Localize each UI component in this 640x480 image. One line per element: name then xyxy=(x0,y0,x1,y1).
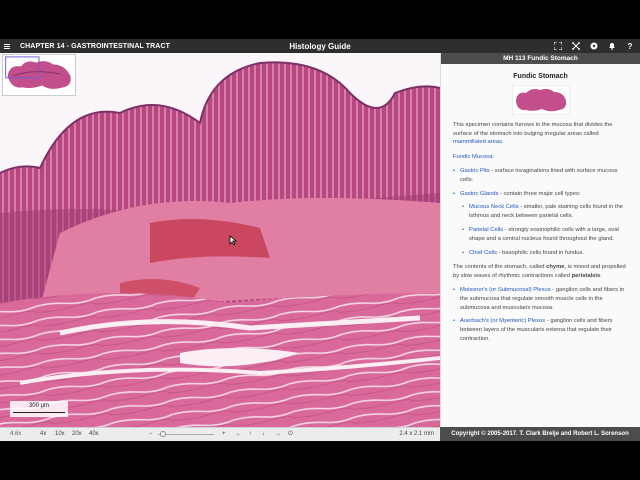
zoom-slider[interactable] xyxy=(158,434,214,435)
mucous-neck-cells-link[interactable]: Mucous Neck Cells xyxy=(469,204,519,210)
scale-bar-label: 300 µm xyxy=(28,403,50,409)
bottom-toolbar: 4.6x 4x 10x 20x 40x − + ← ↑ ↓ → ⏻ 2.4 x … xyxy=(0,427,440,441)
panel-header: MH 113 Fundic Stomach xyxy=(441,53,640,64)
pan-down-button[interactable]: ↓ xyxy=(262,431,265,437)
help-icon[interactable]: ? xyxy=(625,42,634,51)
zoom-40x-button[interactable]: 40x xyxy=(89,431,99,437)
list-item: Gastric Glands - contain three major cel… xyxy=(453,190,628,199)
intro-paragraph: This specimen contains furrows in the mu… xyxy=(453,121,613,146)
pan-left-button[interactable]: ← xyxy=(236,431,242,437)
fullscreen-icon[interactable] xyxy=(553,42,562,51)
current-zoom: 4.6x xyxy=(10,431,22,437)
app-window: CHAPTER 14 - GASTROINTESTINAL TRACT Hist… xyxy=(0,39,640,441)
list-item: Auerbach's (or Myenteric) Plexus - gangl… xyxy=(453,317,628,343)
slide-viewer[interactable]: 300 µm xyxy=(0,53,440,427)
gastric-glands-link[interactable]: Gastric Glands xyxy=(460,191,498,197)
panel-body: Fundic Stomach This specimen contains fu… xyxy=(441,73,640,344)
meissner-plexus-link[interactable]: Meissner's (or Submucosal) Plexus xyxy=(460,287,551,293)
list-item: Gastric Pits - surface invaginations lin… xyxy=(453,167,628,185)
fundic-mucosa-link[interactable]: Fundic Mucosa: xyxy=(453,153,628,162)
list-item: Mucous Neck Cells - smaller, pale staini… xyxy=(462,203,628,221)
svg-text:?: ? xyxy=(627,42,632,50)
zoom-out-button[interactable]: − xyxy=(149,431,153,437)
expand-icon[interactable] xyxy=(571,42,580,51)
info-panel: MH 113 Fundic Stomach Fundic Stomach Thi… xyxy=(440,53,640,427)
field-dimensions: 2.4 x 2.1 mm xyxy=(399,431,434,437)
specimen-thumbnail[interactable] xyxy=(511,84,570,115)
list-item: Chief Cells - basophilic cells found in … xyxy=(462,249,628,258)
zoom-4x-button[interactable]: 4x xyxy=(40,431,46,437)
zoom-10x-button[interactable]: 10x xyxy=(55,431,65,437)
pan-up-button[interactable]: ↑ xyxy=(249,431,252,437)
top-icons: ? xyxy=(553,39,634,53)
panel-title: Fundic Stomach xyxy=(513,73,568,80)
bell-icon[interactable] xyxy=(607,42,616,51)
scale-bar: 300 µm xyxy=(10,401,68,417)
parietal-cells-link[interactable]: Parietal Cells xyxy=(469,227,503,233)
list-item: Meissner's (or Submucosal) Plexus - gang… xyxy=(453,286,628,312)
copyright-footer: Copyright © 2005-2017. T. Clark Brelje a… xyxy=(440,427,640,441)
auerbach-plexus-link[interactable]: Auerbach's (or Myenteric) Plexus xyxy=(460,318,545,324)
gastric-pits-link[interactable]: Gastric Pits xyxy=(460,168,490,174)
chapter-title[interactable]: CHAPTER 14 - GASTROINTESTINAL TRACT xyxy=(20,43,170,50)
zoom-slider-handle[interactable] xyxy=(160,431,166,437)
overview-thumbnail[interactable] xyxy=(2,54,76,96)
zoom-in-button[interactable]: + xyxy=(222,431,226,437)
info-icon[interactable] xyxy=(589,42,598,51)
tissue-image[interactable] xyxy=(0,53,440,427)
zoom-20x-button[interactable]: 20x xyxy=(72,431,82,437)
top-bar: CHAPTER 14 - GASTROINTESTINAL TRACT Hist… xyxy=(0,39,640,53)
chyme-paragraph: The contents of the stomach, called chym… xyxy=(453,264,626,280)
mammillated-areas-link[interactable]: mammillated areas. xyxy=(453,139,504,145)
menu-icon[interactable] xyxy=(0,39,14,53)
list-item: Parietal Cells - strongly eosinophilic c… xyxy=(462,226,628,244)
reset-view-button[interactable]: ⏻ xyxy=(288,431,293,438)
mouse-cursor-icon xyxy=(229,235,238,246)
chief-cells-link[interactable]: Chief Cells xyxy=(469,250,497,256)
pan-right-button[interactable]: → xyxy=(275,431,281,437)
